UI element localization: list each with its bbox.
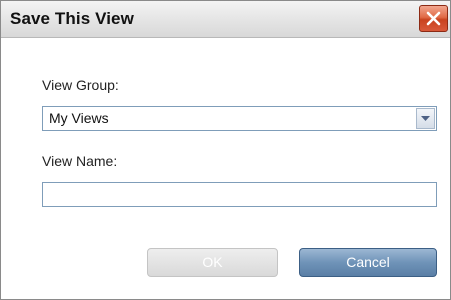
view-group-select[interactable]: My Views [42,106,437,131]
view-name-input[interactable] [42,182,437,207]
cancel-button[interactable]: Cancel [299,248,437,277]
close-button[interactable] [419,5,448,32]
view-group-dropdown-button[interactable] [416,108,435,129]
dialog-title: Save This View [10,9,134,28]
view-group-selected-value: My Views [49,110,109,126]
close-icon [426,11,441,26]
view-name-label: View Name: [42,153,118,169]
save-view-dialog: Save This View View Group: My Views View… [0,0,451,300]
dialog-titlebar[interactable]: Save This View [1,1,450,38]
view-group-label: View Group: [42,77,119,93]
ok-button[interactable]: OK [147,248,278,277]
chevron-down-icon [421,116,430,121]
